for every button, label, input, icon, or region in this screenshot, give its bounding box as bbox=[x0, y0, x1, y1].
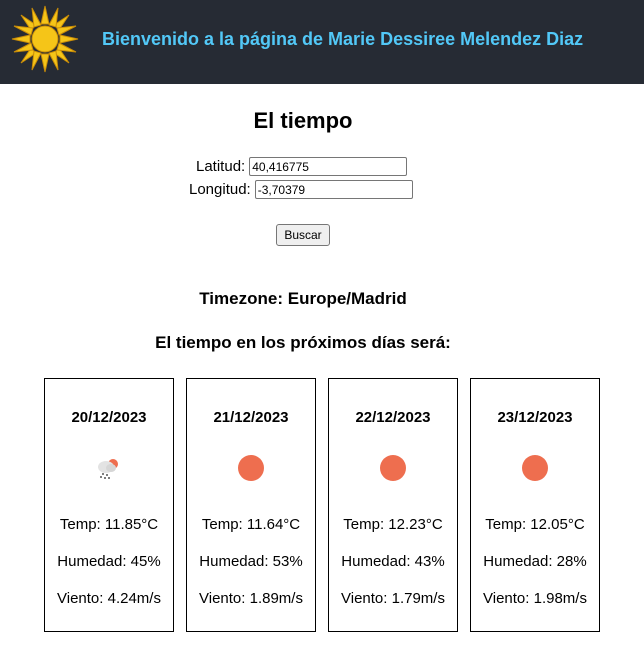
forecast-wind: Viento: 1.89m/s bbox=[199, 590, 303, 607]
forecast-temperature: Temp: 12.23°C bbox=[343, 516, 443, 533]
forecast-temperature: Temp: 11.85°C bbox=[59, 516, 159, 533]
forecast-date: 20/12/2023 bbox=[71, 409, 147, 426]
search-button[interactable]: Buscar bbox=[276, 224, 330, 246]
forecast-card: 23/12/2023 Temp: 12.05°C Humedad: 28% Vi… bbox=[470, 378, 600, 632]
clear-sky-icon bbox=[238, 455, 264, 481]
timezone-label: Timezone: bbox=[199, 289, 283, 308]
latitude-input[interactable] bbox=[249, 157, 408, 176]
forecast-date: 21/12/2023 bbox=[213, 409, 289, 426]
latitude-label: Latitud: bbox=[196, 158, 246, 175]
timezone-heading: Timezone: Europe/Madrid bbox=[0, 289, 606, 309]
forecast-wind: Viento: 4.24m/s bbox=[57, 590, 161, 607]
latitude-row: Latitud: bbox=[196, 157, 408, 176]
forecast-card: 20/12/2023 Temp: 11.85°C Humedad: 45% Vi… bbox=[44, 378, 174, 632]
forecast-humidity: Humedad: 28% bbox=[483, 553, 587, 570]
header-title: Bienvenido a la página de Marie Dessiree… bbox=[102, 29, 584, 49]
forecast-date: 22/12/2023 bbox=[355, 409, 431, 426]
forecast-humidity: Humedad: 45% bbox=[57, 553, 161, 570]
sun-icon bbox=[11, 5, 79, 73]
forecast-humidity: Humedad: 53% bbox=[199, 553, 303, 570]
forecast-humidity: Humedad: 43% bbox=[341, 553, 445, 570]
forecast-wind: Viento: 1.98m/s bbox=[483, 590, 587, 607]
forecast-wind: Viento: 1.79m/s bbox=[341, 590, 445, 607]
timezone-value: Europe/Madrid bbox=[287, 289, 407, 308]
longitude-row: Longitud: bbox=[189, 180, 413, 199]
longitude-input[interactable] bbox=[254, 180, 413, 199]
forecast-title: El tiempo en los próximos días será: bbox=[155, 333, 451, 352]
forecast-card: 21/12/2023 Temp: 11.64°C Humedad: 53% Vi… bbox=[186, 378, 316, 632]
clear-sky-icon bbox=[380, 455, 406, 481]
forecast-date: 23/12/2023 bbox=[497, 409, 573, 426]
page-title: El tiempo bbox=[253, 108, 353, 133]
site-header: Bienvenido a la página de Marie Dessiree… bbox=[0, 0, 644, 84]
forecast-temperature: Temp: 12.05°C bbox=[485, 516, 585, 533]
clear-sky-icon bbox=[522, 455, 548, 481]
longitude-label: Longitud: bbox=[189, 181, 251, 198]
forecast-card: 22/12/2023 Temp: 12.23°C Humedad: 43% Vi… bbox=[328, 378, 458, 632]
light-rain-icon bbox=[98, 459, 118, 479]
forecast-temperature: Temp: 11.64°C bbox=[201, 516, 301, 533]
